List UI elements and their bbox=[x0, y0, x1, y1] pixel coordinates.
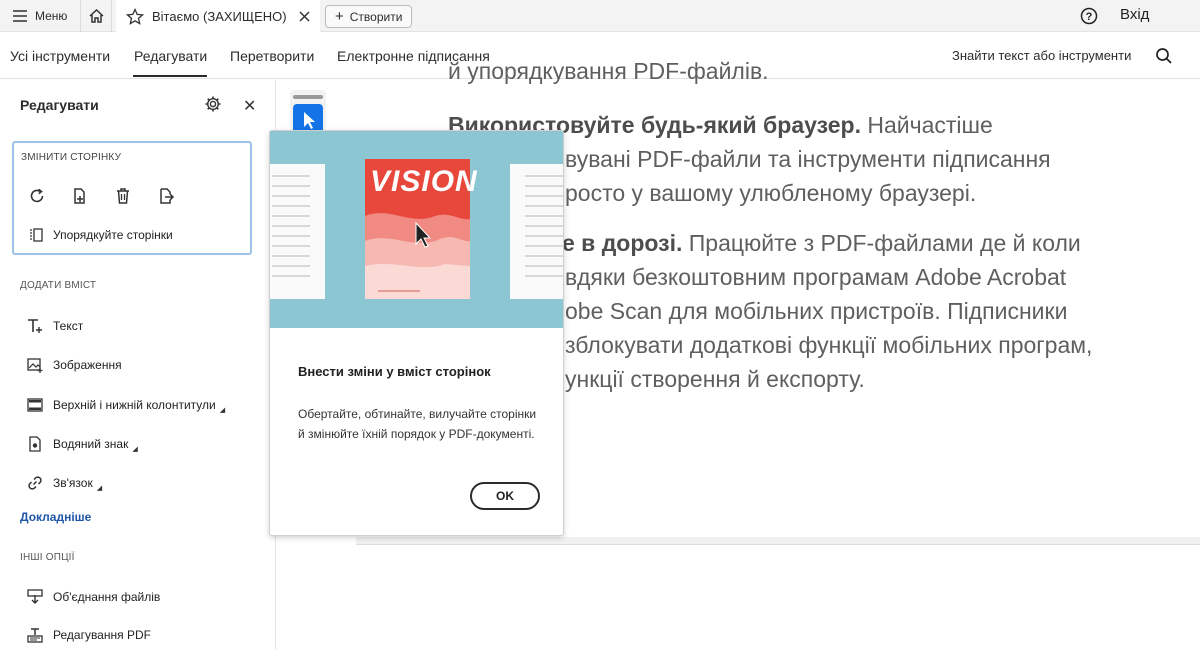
pdf-page-next bbox=[356, 544, 1200, 650]
doc-text-line: й упорядкування PDF-файлів. bbox=[448, 58, 769, 84]
add-image-icon bbox=[27, 358, 43, 373]
tool-label: Верхній і нижній колонтитули bbox=[53, 398, 216, 412]
doc-text-line: росто у вашому улюбленому браузері. bbox=[565, 180, 977, 206]
tool-link[interactable]: Зв'язок ◢ bbox=[27, 474, 102, 492]
create-button[interactable]: + Створити bbox=[325, 5, 413, 28]
tab-all-tools[interactable]: Усі інструменти bbox=[10, 33, 110, 79]
hero-cover-word: VISION bbox=[370, 165, 478, 198]
delete-page-icon[interactable] bbox=[114, 187, 132, 205]
doc-text-line: зблокувати додаткові функції мобільних п… bbox=[565, 332, 1093, 358]
create-label: Створити bbox=[349, 9, 403, 24]
rotate-icon[interactable] bbox=[28, 187, 46, 205]
tool-combine-files[interactable]: Об'єднання файлів bbox=[27, 589, 160, 605]
doc-bold-heading: е в дорозі. bbox=[562, 230, 683, 256]
watermark-icon bbox=[29, 436, 41, 452]
tool-label: Редагування PDF bbox=[53, 628, 151, 642]
plus-icon: + bbox=[335, 8, 344, 25]
sign-in-link[interactable]: Вхід bbox=[1120, 6, 1149, 23]
doc-text: Найчастіше bbox=[860, 112, 993, 138]
add-content-heading: ДОДАТИ ВМІСТ bbox=[20, 280, 97, 291]
top-tab-bar: Меню Вітаємо (ЗАХИЩЕНО) + Створити ? Вхі… bbox=[0, 0, 1200, 33]
tool-label: Зв'язок bbox=[53, 476, 93, 490]
card-title: ЗМІНИТИ СТОРІНКУ bbox=[21, 152, 122, 163]
ok-button[interactable]: OK bbox=[470, 482, 540, 510]
doc-text-line: ункції створення й експорту. bbox=[565, 366, 865, 392]
popup-illustration: VISION bbox=[270, 131, 563, 328]
tool-edit-pdf[interactable]: Редагування PDF bbox=[27, 627, 151, 643]
extract-page-icon[interactable] bbox=[157, 187, 175, 205]
tab-title: Вітаємо (ЗАХИЩЕНО) bbox=[152, 9, 287, 24]
organize-pages-label: Упорядкуйте сторінки bbox=[53, 228, 173, 242]
gear-icon[interactable] bbox=[204, 95, 222, 113]
organize-pages-icon bbox=[30, 228, 43, 242]
tab-edit[interactable]: Редагувати bbox=[134, 33, 207, 79]
tool-label: Зображення bbox=[53, 358, 122, 372]
close-panel-icon[interactable]: ✕ bbox=[243, 96, 256, 116]
popup-title: Внести зміни у вміст сторінок bbox=[298, 364, 491, 379]
popup-description: Обертайте, обтинайте, вилучайте сторінки… bbox=[298, 407, 537, 441]
doc-text: Працюйте з PDF-файлами де й коли bbox=[682, 230, 1081, 256]
page-thumbnails-illustration bbox=[270, 131, 563, 328]
tab-convert[interactable]: Перетворити bbox=[230, 33, 314, 79]
edit-pdf-icon bbox=[27, 628, 43, 643]
tool-header-footer[interactable]: Верхній і нижній колонтитули ◢ bbox=[27, 396, 225, 414]
menu-button[interactable]: Меню bbox=[8, 4, 71, 28]
menu-label: Меню bbox=[35, 9, 68, 23]
edit-panel: Редагувати ✕ ЗМІНИТИ СТОРІНКУ Упорядкуйт… bbox=[0, 80, 276, 650]
doc-text-line: obe Scan для мобільних пристроїв. Підпис… bbox=[565, 298, 1068, 324]
find-text-or-tools[interactable]: Знайти текст або інструменти bbox=[952, 33, 1131, 79]
other-options-heading: ІНШІ ОПЦІЇ bbox=[20, 552, 75, 563]
tooltip-popup: VISION Внести зміни у вміст сторінок Обе… bbox=[269, 130, 564, 536]
learn-more-link[interactable]: Докладніше bbox=[20, 510, 91, 524]
svg-text:?: ? bbox=[1086, 11, 1093, 23]
search-icon[interactable] bbox=[1155, 47, 1173, 65]
help-icon[interactable]: ? bbox=[1080, 7, 1098, 25]
toolbar-grip bbox=[293, 95, 323, 99]
active-tab-indicator bbox=[133, 75, 207, 77]
change-page-card: ЗМІНИТИ СТОРІНКУ Упорядкуйте сторінки bbox=[12, 141, 252, 255]
close-tab-icon[interactable] bbox=[299, 11, 310, 22]
hamburger-icon bbox=[13, 10, 27, 22]
tool-label: Об'єднання файлів bbox=[53, 590, 161, 604]
document-tab[interactable]: Вітаємо (ЗАХИЩЕНО) bbox=[116, 0, 320, 33]
home-icon bbox=[88, 8, 104, 23]
insert-page-icon[interactable] bbox=[71, 187, 89, 205]
panel-title: Редагувати bbox=[20, 97, 99, 113]
tool-add-image[interactable]: Зображення bbox=[27, 357, 122, 373]
doc-text-line: вувані PDF-файли та інструменти підписан… bbox=[565, 146, 1051, 172]
star-icon[interactable] bbox=[126, 7, 144, 26]
expand-triangle-icon: ◢ bbox=[132, 446, 138, 453]
expand-triangle-icon: ◢ bbox=[96, 485, 103, 492]
home-button[interactable] bbox=[80, 0, 112, 32]
combine-files-icon bbox=[27, 589, 43, 604]
tool-label: Водяний знак bbox=[53, 437, 129, 451]
header-footer-icon bbox=[27, 398, 43, 412]
expand-triangle-icon: ◢ bbox=[219, 407, 226, 414]
organize-pages-button[interactable]: Упорядкуйте сторінки bbox=[28, 227, 173, 243]
doc-paragraph-2: е в дорозі. Працюйте з PDF-файлами де й … bbox=[562, 230, 1081, 257]
tool-label: Текст bbox=[53, 319, 84, 333]
tool-add-text[interactable]: Текст bbox=[27, 318, 83, 334]
doc-text-line: вдяки безкоштовним програмам Adobe Acrob… bbox=[565, 264, 1067, 290]
link-icon bbox=[28, 476, 42, 490]
add-text-icon bbox=[28, 319, 42, 333]
tool-watermark[interactable]: Водяний знак ◢ bbox=[27, 435, 138, 453]
